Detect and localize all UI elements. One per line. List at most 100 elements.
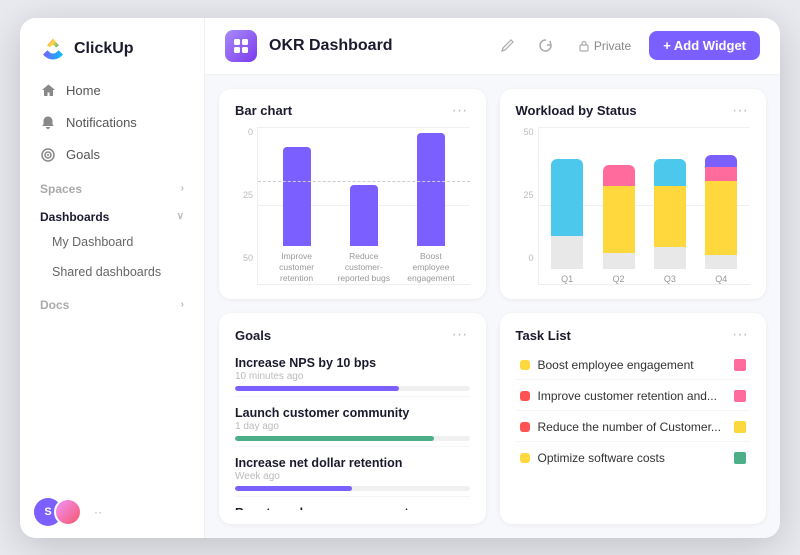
sidebar-item-shared-dashboards[interactable]: Shared dashboards — [28, 258, 196, 286]
bar-label-2: Reduce customer-reported bugs — [335, 251, 392, 284]
edit-button[interactable] — [494, 32, 522, 60]
task-item-4: Optimize software costs — [516, 444, 751, 472]
task-dot-4 — [520, 453, 530, 463]
goal-time-2: 1 day ago — [235, 421, 470, 432]
bar-2 — [350, 185, 378, 246]
stacked-label-q4: Q4 — [715, 274, 727, 284]
sidebar-item-notifications-label: Notifications — [66, 115, 137, 130]
bar-chart-title: Bar chart — [235, 103, 292, 118]
dashboard-icon-wrap — [225, 30, 257, 62]
avatar-secondary — [54, 498, 82, 526]
sidebar-footer: S ·· — [20, 486, 204, 538]
task-item-2: Improve customer retention and... — [516, 382, 751, 411]
topbar: OKR Dashboard Private + Add Widget — [205, 18, 780, 75]
goals-list: Increase NPS by 10 bps 10 minutes ago La… — [235, 351, 470, 510]
home-icon — [40, 83, 56, 99]
spaces-label: Spaces — [40, 182, 82, 196]
goal-time-1: 10 minutes ago — [235, 371, 470, 382]
task-list-title: Task List — [516, 328, 571, 343]
sidebar-item-goals[interactable]: Goals — [28, 140, 196, 170]
task-item-3: Reduce the number of Customer... — [516, 413, 751, 442]
goal-track-2 — [235, 436, 470, 441]
stacked-chart-area: 02550 — [516, 127, 751, 286]
goal-time-3: Week ago — [235, 471, 470, 482]
app-name: ClickUp — [74, 40, 134, 58]
add-widget-button[interactable]: + Add Widget — [649, 31, 760, 60]
avatar-group[interactable]: S — [34, 498, 82, 526]
task-name-3: Reduce the number of Customer... — [538, 420, 727, 434]
goal-name-3: Increase net dollar retention — [235, 456, 470, 470]
stacked-bar-q1 — [551, 159, 583, 269]
content-grid: Bar chart ··· 50250 — [205, 75, 780, 538]
docs-label: Docs — [40, 298, 69, 312]
clickup-logo-icon — [40, 36, 66, 62]
goal-track-1 — [235, 386, 470, 391]
sidebar-item-notifications[interactable]: Notifications — [28, 108, 196, 138]
stacked-col-q4: Q4 — [701, 155, 742, 285]
goal-item-3: Increase net dollar retention Week ago — [235, 451, 470, 497]
bar-col-2: Reduce customer-reported bugs — [335, 133, 392, 285]
main-content: OKR Dashboard Private + Add Widget — [205, 18, 780, 538]
stacked-bar-q3 — [654, 159, 686, 269]
sidebar-item-my-dashboard[interactable]: My Dashboard — [28, 228, 196, 256]
goals-menu-button[interactable]: ··· — [450, 327, 470, 343]
task-name-2: Improve customer retention and... — [538, 389, 727, 403]
private-badge: Private — [570, 39, 639, 53]
bar-label-1: Improve customerretention — [268, 251, 325, 284]
avatar-overflow-dots: ·· — [94, 505, 102, 519]
sidebar-nav: Home Notifications Goals Spaces › — [20, 76, 204, 486]
lock-icon — [578, 40, 590, 52]
page-title: OKR Dashboard — [269, 37, 482, 55]
task-name-4: Optimize software costs — [538, 451, 727, 465]
bar-chart-menu-button[interactable]: ··· — [450, 103, 470, 119]
topbar-actions: Private + Add Widget — [494, 31, 760, 60]
workload-chart-card: Workload by Status ··· 02550 — [500, 89, 767, 300]
add-widget-label: + Add Widget — [663, 38, 746, 53]
task-dot-1 — [520, 360, 530, 370]
sidebar-section-dashboards[interactable]: Dashboards ∨ — [28, 200, 196, 228]
task-dot-2 — [520, 391, 530, 401]
task-list-card: Task List ··· Boost employee engagement … — [500, 313, 767, 524]
task-list-menu-button[interactable]: ··· — [730, 327, 750, 343]
bar-1 — [283, 147, 311, 245]
workload-chart-header: Workload by Status ··· — [516, 103, 751, 119]
workload-chart-title: Workload by Status — [516, 103, 637, 118]
sidebar-item-home[interactable]: Home — [28, 76, 196, 106]
stacked-label-q3: Q3 — [664, 274, 676, 284]
sidebar-section-spaces[interactable]: Spaces › — [28, 172, 196, 200]
sidebar-item-goals-label: Goals — [66, 147, 100, 162]
spaces-chevron: › — [181, 183, 184, 194]
stacked-label-q1: Q1 — [561, 274, 573, 284]
goals-card: Goals ··· Increase NPS by 10 bps 10 minu… — [219, 313, 486, 524]
refresh-icon — [538, 38, 553, 53]
refresh-button[interactable] — [532, 32, 560, 60]
dashboards-label: Dashboards — [40, 210, 109, 224]
my-dashboard-label: My Dashboard — [52, 235, 133, 249]
bar-col-3: Boost employeeengagement — [402, 133, 459, 285]
task-flag-1 — [734, 359, 746, 371]
workload-chart-menu-button[interactable]: ··· — [730, 103, 750, 119]
sidebar-logo[interactable]: ClickUp — [20, 18, 204, 76]
stacked-bar-q4 — [705, 155, 737, 270]
goal-item-2: Launch customer community 1 day ago — [235, 401, 470, 447]
bar-chart-area: 50250 — [235, 127, 470, 286]
stacked-label-q2: Q2 — [613, 274, 625, 284]
sidebar-item-home-label: Home — [66, 83, 101, 98]
goal-item-4: Boost employee engagement — [235, 501, 470, 510]
sidebar: ClickUp Home Notifications — [20, 18, 205, 538]
goal-name-4: Boost employee engagement — [235, 506, 470, 510]
task-list-header: Task List ··· — [516, 327, 751, 343]
goal-name-1: Increase NPS by 10 bps — [235, 356, 470, 370]
private-label: Private — [594, 39, 631, 53]
goal-fill-2 — [235, 436, 434, 441]
sidebar-section-docs[interactable]: Docs › — [28, 288, 196, 316]
task-dot-3 — [520, 422, 530, 432]
goal-fill-1 — [235, 386, 399, 391]
task-item-1: Boost employee engagement — [516, 351, 751, 380]
goals-title: Goals — [235, 328, 271, 343]
stacked-col-q3: Q3 — [649, 155, 690, 285]
dashboards-chevron: ∨ — [177, 211, 184, 222]
app-shell: ClickUp Home Notifications — [20, 18, 780, 538]
stacked-col-q1: Q1 — [547, 155, 588, 285]
stacked-bar-q2 — [603, 165, 635, 269]
